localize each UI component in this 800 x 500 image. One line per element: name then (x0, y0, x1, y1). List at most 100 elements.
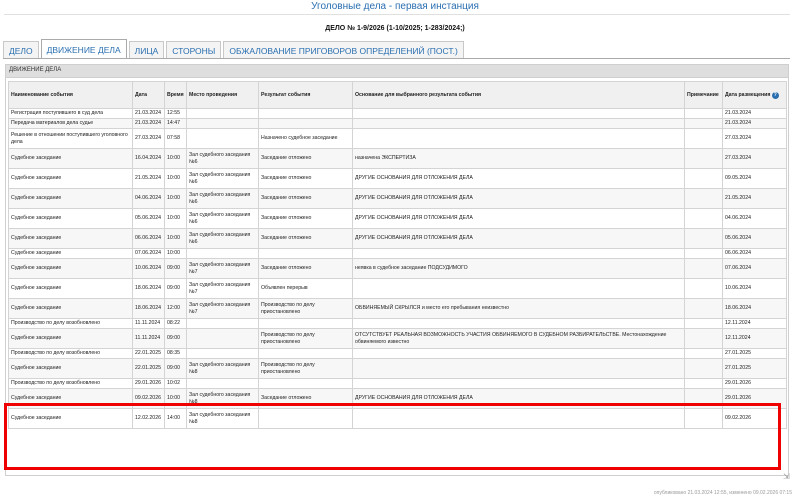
table-row: Судебное заседание 04.06.2024 10:00 Зал суд… (8, 188, 787, 209)
column-header-result: Результат события (258, 81, 353, 109)
table-row: Судебное заседание 22.01.2025 09:00 Зал суд… (8, 358, 787, 379)
cell-posted: 21.05.2024 (722, 188, 787, 209)
table-row: Производство по делу возобновлено 22.01.2… (8, 348, 787, 359)
cell-date: 18.06.2024 (132, 298, 165, 319)
table-row: Производство по делу возобновлено 29.01.2… (8, 378, 787, 389)
cell-basis: ОБВИНЯЕМЫЙ СКРЫЛСЯ и место его пребывани… (352, 298, 685, 319)
cell-event: Судебное заседание (8, 148, 133, 169)
cell-basis (352, 128, 685, 149)
cell-note (684, 328, 723, 349)
cell-posted: 21.03.2024 (722, 108, 787, 119)
cell-place: Зал судебного заседания №7 (186, 278, 259, 299)
tab-case[interactable]: ДЕЛО (3, 41, 39, 59)
cell-posted: 12.11.2024 (722, 328, 787, 349)
cell-note (684, 258, 723, 279)
cell-result (258, 348, 353, 359)
cell-posted: 05.06.2024 (722, 228, 787, 249)
cell-posted: 04.06.2024 (722, 208, 787, 229)
cell-basis: ДРУГИЕ ОСНОВАНИЯ ДЛЯ ОТЛОЖЕНИЯ ДЕЛА (352, 228, 685, 249)
cell-place (186, 108, 259, 119)
tab-case-movement[interactable]: ДВИЖЕНИЕ ДЕЛА (40, 39, 127, 59)
cell-note (684, 318, 723, 329)
tab-persons[interactable]: ЛИЦА (128, 41, 165, 59)
cell-time: 10:00 (164, 248, 187, 259)
cell-place: Зал судебного заседания №7 (186, 298, 259, 319)
cell-place: Зал судебного заседания №6 (186, 208, 259, 229)
cell-time: 08:35 (164, 348, 187, 359)
cell-time: 10:00 (164, 228, 187, 249)
cell-basis (352, 358, 685, 379)
cell-result (258, 108, 353, 119)
resize-handle-icon[interactable]: ⇲ (783, 473, 791, 481)
cell-place: Зал судебного заседания №6 (186, 168, 259, 189)
title-divider (4, 14, 790, 15)
cell-date: 21.05.2024 (132, 168, 165, 189)
cell-event: Судебное заседание (8, 228, 133, 249)
cell-time: 12:00 (164, 298, 187, 319)
cell-event: Судебное заседание (8, 258, 133, 279)
cell-time: 09:00 (164, 278, 187, 299)
cell-result (258, 408, 353, 429)
cell-event: Судебное заседание (8, 188, 133, 209)
cell-date: 11.11.2024 (132, 328, 165, 349)
column-header-time: Время (164, 81, 187, 109)
cell-time: 10:00 (164, 208, 187, 229)
cell-note (684, 358, 723, 379)
cell-place: Зал судебного заседания №6 (186, 148, 259, 169)
cell-date: 29.01.2026 (132, 378, 165, 389)
cell-result: Назначено судебное заседание (258, 128, 353, 149)
cell-note (684, 388, 723, 409)
cell-date: 11.11.2024 (132, 318, 165, 329)
question-icon[interactable]: ? (771, 91, 779, 99)
cell-result: Производство по делу приостановлено (258, 358, 353, 379)
cell-basis (352, 378, 685, 389)
tab-appeals[interactable]: ОБЖАЛОВАНИЕ ПРИГОВОРОВ ОПРЕДЕЛЕНИЙ (ПОСТ… (223, 41, 464, 59)
cell-event: Судебное заседание (8, 168, 133, 189)
cell-event: Судебное заседание (8, 358, 133, 379)
cell-time: 10:00 (164, 388, 187, 409)
cell-posted: 27.01.2025 (722, 358, 787, 379)
cell-place: Зал судебного заседания №6 (186, 188, 259, 209)
cell-basis: ДРУГИЕ ОСНОВАНИЯ ДЛЯ ОТЛОЖЕНИЯ ДЕЛА (352, 388, 685, 409)
cell-date: 27.03.2024 (132, 128, 165, 149)
cell-place: Зал судебного заседания №7 (186, 258, 259, 279)
cell-place (186, 128, 259, 149)
tab-parties[interactable]: СТОРОНЫ (166, 41, 222, 59)
cell-date: 06.06.2024 (132, 228, 165, 249)
table-row: Производство по делу возобновлено 11.11.2… (8, 318, 787, 329)
cell-event: Судебное заседание (8, 278, 133, 299)
cell-event: Судебное заседание (8, 208, 133, 229)
cell-posted: 06.06.2024 (722, 248, 787, 259)
cell-result (258, 248, 353, 259)
cell-time: 12:55 (164, 108, 187, 119)
cell-place: Зал судебного заседания №8 (186, 408, 259, 429)
cell-date: 12.02.2026 (132, 408, 165, 429)
cell-time: 10:00 (164, 168, 187, 189)
cell-basis (352, 118, 685, 129)
cell-time: 09:00 (164, 258, 187, 279)
cell-basis: ДРУГИЕ ОСНОВАНИЯ ДЛЯ ОТЛОЖЕНИЯ ДЕЛА (352, 188, 685, 209)
cell-place: Зал судебного заседания №8 (186, 358, 259, 379)
cell-note (684, 228, 723, 249)
column-header-posted: Дата размещения ? (722, 81, 787, 109)
cell-date: 04.06.2024 (132, 188, 165, 209)
cell-date: 21.03.2024 (132, 108, 165, 119)
cell-result (258, 378, 353, 389)
cell-basis: неявка в судебное заседание ПОДСУДИМОГО (352, 258, 685, 279)
cell-basis (352, 278, 685, 299)
column-header-event: Наименование события (8, 81, 133, 109)
table-row: Судебное заседание 06.06.2024 10:00 Зал суд… (8, 228, 787, 249)
column-header-date: Дата (132, 81, 165, 109)
table-row: Судебное заседание 07.06.2024 10:00 06.06.2… (8, 248, 787, 259)
case-movement-table: Наименование события Дата Время Место пр… (8, 81, 787, 429)
cell-time: 14:47 (164, 118, 187, 129)
cell-place (186, 328, 259, 349)
cell-event: Передача материалов дела судье (8, 118, 133, 129)
table-row: Судебное заседание 10.06.2024 09:00 Зал суд… (8, 258, 787, 279)
cell-posted: 07.06.2024 (722, 258, 787, 279)
cell-basis (352, 408, 685, 429)
table-row: Передача материалов дела судье 21.03.2024… (8, 118, 787, 129)
publication-footer: опубликовано 21.03.2024 12:55, изменено … (653, 490, 792, 496)
cell-basis (352, 348, 685, 359)
page-title: Уголовные дела - первая инстанция (311, 1, 479, 12)
